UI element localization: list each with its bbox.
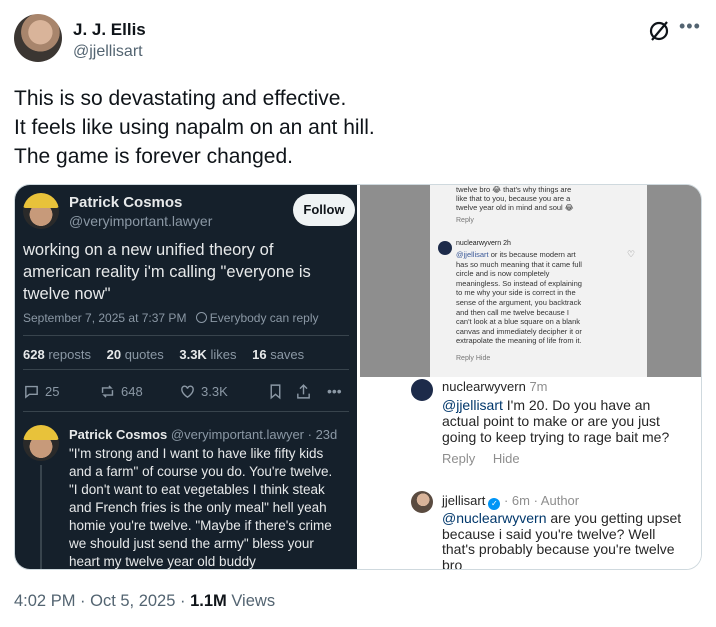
more-options-icon[interactable]: ••• [679,16,701,37]
comment-body: @nuclearwyvern are you getting upset bec… [442,510,682,570]
post-line: american reality i'm calling "everyone i… [23,263,311,281]
tweet-line: This is so devastating and effective. [14,87,347,110]
nested-screenshot: twelve bro 😂 that's why things are like … [360,185,701,377]
heart-icon [181,385,194,399]
follow-button: Follow [293,194,355,226]
screenshot-right: twelve bro 😂 that's why things are like … [360,185,701,570]
reply-body: "I'm strong and I want to have like fift… [69,445,354,569]
post-timestamp: September 7, 2025 at 7:37 PM [23,311,187,325]
patrick-handle: @veryimportant.lawyer [69,213,213,229]
reply-header: Patrick Cosmos @veryimportant.lawyer · 2… [69,427,338,442]
views-label: Views [226,592,276,610]
repost-icon [101,385,114,398]
tweet-media[interactable]: Patrick Cosmos @veryimportant.lawyer Fol… [14,184,702,570]
views-count: 1.1M [190,592,227,610]
author-handle[interactable]: @jjellisart [73,43,143,61]
globe-icon [195,312,207,323]
reply-action: 25 [23,383,59,400]
nested-username: nuclearwyvern 2h [456,240,511,247]
reply-line: we should just send the army" bless your [69,536,314,551]
reply-line: and French fries is the only meal" hell … [69,500,327,515]
nested-actions: Reply Hide [456,355,491,362]
tweet-header: J. J. Ellis @jjellisart ••• [14,14,704,68]
like-action: 3.3K [179,383,228,400]
reply-link: Reply [442,451,476,466]
author-name[interactable]: J. J. Ellis [73,20,146,40]
verified-icon: ✓ [488,498,501,510]
tweet-text: This is so devastating and effective. It… [14,84,694,171]
post-meta: September 7, 2025 at 7:37 PM Everybody c… [23,311,319,325]
patrick-post-text: working on a new unified theory of ameri… [23,239,353,305]
patrick-avatar [23,193,59,229]
screenshot-left: Patrick Cosmos @veryimportant.lawyer Fol… [15,185,357,569]
divider [23,335,349,336]
post-stats: 628 reposts 20 quotes 3.3K likes 16 save… [23,347,305,362]
nuclearwyvern-avatar [411,379,433,401]
post-line: working on a new unified theory of [23,241,274,259]
thread-line [40,465,42,569]
tweet-footer: 4:02 PM · Oct 5, 2025 · 1.1M Views [14,592,275,611]
reply-line: and a farm" of course you do. You're twe… [69,464,333,479]
tweet-line: It feels like using napalm on an ant hil… [14,116,375,139]
nested-avatar [438,241,452,255]
tweet-timestamp[interactable]: 4:02 PM · Oct 5, 2025 · [14,592,190,610]
patrick-name: Patrick Cosmos [69,194,183,211]
repost-action: 648 [99,383,143,400]
comment-actions: Reply Hide [442,451,534,466]
reply-icon [25,385,38,399]
share-icon [295,383,312,400]
post-line: twelve now" [23,285,111,303]
more-icon: ••• [327,383,342,399]
reply-audience: Everybody can reply [209,311,319,325]
comment-body: @jjellisart I'm 20. Do you have an actua… [442,397,670,445]
divider [23,411,349,412]
author-avatar[interactable] [14,14,62,62]
bookmark-icon [267,383,284,400]
reply-line: "I'm strong and I want to have like fift… [69,446,324,461]
divider [23,369,349,370]
post-actions: 25 648 3.3K ••• [23,383,353,405]
nested-reply-label: Reply [456,217,474,224]
reply-line: heart my twelve year old buddy [69,554,256,569]
comment-header: jjellisart ✓ · 6m · Author [442,493,580,510]
reply-avatar [23,425,59,461]
reply-line: "I don't want to eat vegetables I think … [69,482,325,497]
nested-top-text: twelve bro 😂 that's why things are like … [456,185,574,212]
nested-body: @jjellisart or its because modern art ha… [456,250,582,346]
comment-header: nuclearwyvern 7m [442,379,548,394]
tweet-line: The game is forever changed. [14,145,293,168]
grok-icon[interactable] [647,19,671,43]
hide-link: Hide [492,451,520,466]
jjellisart-avatar [411,491,433,513]
reply-line: homie you're twelve. "Maybe if there's c… [69,518,332,533]
